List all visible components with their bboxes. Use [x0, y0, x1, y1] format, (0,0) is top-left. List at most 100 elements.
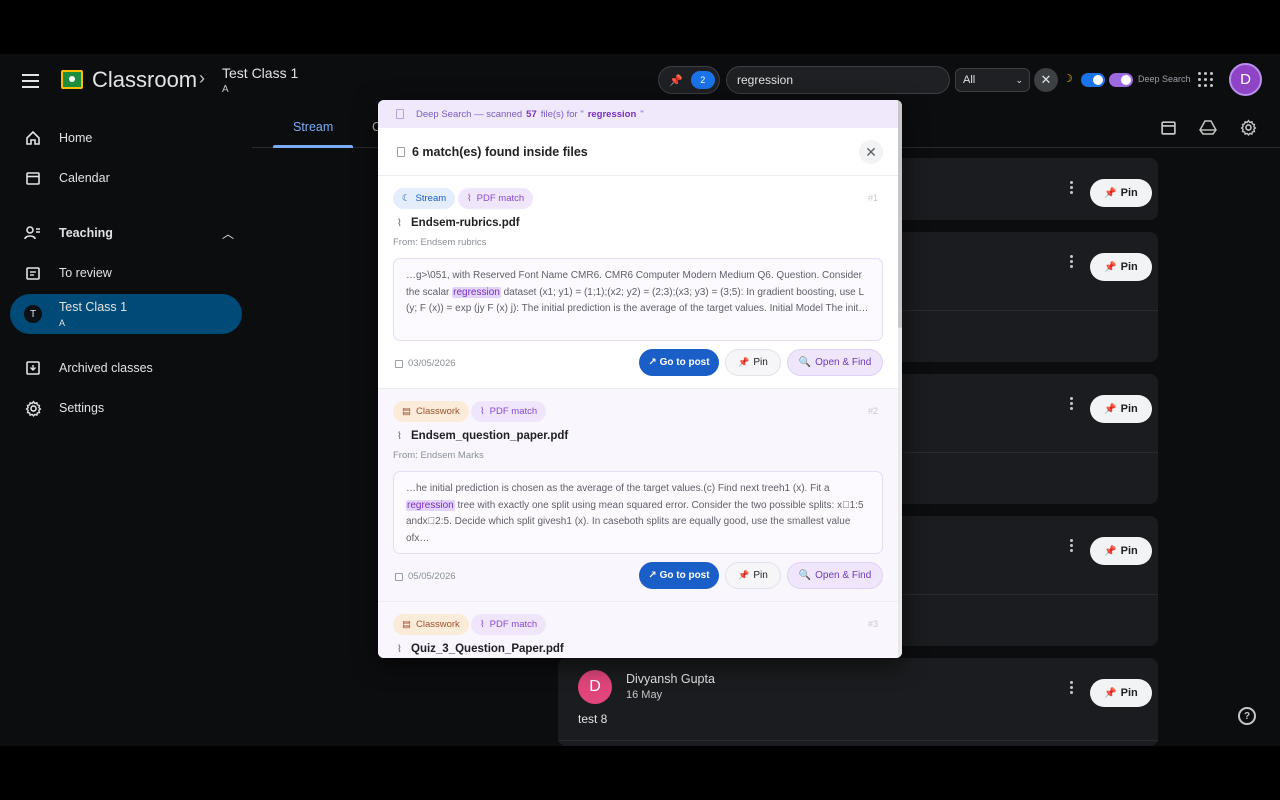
- sidebar-item-label: Settings: [59, 401, 105, 415]
- pin-icon: 📌: [738, 357, 750, 367]
- pin-post-button[interactable]: 📌 Pin: [1090, 179, 1152, 207]
- paperclip-icon: ⌇: [397, 218, 402, 229]
- classroom-logo-icon[interactable]: [61, 70, 83, 89]
- tab-stream[interactable]: Stream: [293, 120, 333, 134]
- pin-icon: 📌: [1104, 687, 1117, 699]
- clear-search-button[interactable]: ✕: [1034, 68, 1058, 92]
- more-options-icon[interactable]: [1068, 681, 1074, 694]
- active-tab-indicator: [273, 145, 353, 148]
- account-avatar[interactable]: D: [1229, 63, 1262, 96]
- help-icon[interactable]: ?: [1238, 707, 1256, 725]
- filter-select-value: All: [963, 74, 976, 86]
- pin-post-button[interactable]: 📌 Pin: [1090, 679, 1152, 707]
- paperclip-icon: ⌇: [480, 619, 485, 630]
- close-icon[interactable]: ✕: [859, 140, 883, 164]
- more-options-icon[interactable]: [1068, 255, 1074, 268]
- result-file-name[interactable]: Quiz_3_Question_Paper.pdf: [411, 643, 564, 655]
- pinned-items-button[interactable]: 📌 2: [658, 66, 720, 94]
- search-result-card: ☾ Stream ⌇ PDF match #1 ⌇ Endsem-rubrics.p…: [378, 176, 898, 389]
- chevron-right-icon: ›: [199, 68, 205, 88]
- pin-icon: 📌: [1104, 403, 1117, 415]
- clipboard-icon: ▤: [402, 406, 411, 417]
- pin-result-button[interactable]: 📌 Pin: [725, 349, 781, 376]
- result-date: 05/05/2026: [395, 571, 456, 582]
- filter-select[interactable]: All ⌄: [955, 68, 1030, 92]
- document-icon: [397, 147, 405, 157]
- post-body: test 8: [578, 712, 608, 726]
- main-menu-icon[interactable]: [18, 68, 44, 94]
- home-icon: [24, 129, 42, 147]
- dialog-title: 6 match(es) found inside files: [412, 145, 588, 159]
- search-input[interactable]: [726, 66, 950, 94]
- more-options-icon[interactable]: [1068, 397, 1074, 410]
- deep-search-label: Deep Search: [1138, 74, 1191, 84]
- open-and-find-button[interactable]: 🔍 Open & Find: [787, 349, 883, 376]
- class-settings-gear-icon[interactable]: [1238, 117, 1258, 137]
- match-type-chip: ⌇ PDF match: [458, 188, 534, 209]
- source-chip: ▤ Classwork: [393, 614, 469, 635]
- paperclip-icon: ⌇: [397, 644, 402, 655]
- drive-icon[interactable]: [1198, 117, 1218, 137]
- dark-mode-toggle[interactable]: [1081, 73, 1105, 87]
- sidebar-item-archived[interactable]: Archived classes: [10, 348, 242, 388]
- result-file-name[interactable]: Endsem_question_paper.pdf: [411, 430, 568, 442]
- document-icon: [396, 109, 404, 119]
- match-snippet: …he initial prediction is chosen as the …: [393, 471, 883, 554]
- result-file-name[interactable]: Endsem-rubrics.pdf: [411, 217, 520, 229]
- stream-post-card: D Divyansh Gupta 16 May test 8 📌 Pin: [558, 658, 1158, 746]
- paperclip-icon: ⌇: [467, 193, 472, 204]
- sidebar-item-label: Calendar: [59, 171, 110, 185]
- dialog-scrollbar-thumb[interactable]: [898, 100, 902, 328]
- sidebar-item-test-class-1[interactable]: T Test Class 1 A: [10, 294, 242, 334]
- chevron-up-icon[interactable]: ︿: [222, 225, 234, 242]
- pin-icon: 📌: [669, 74, 683, 87]
- pin-post-button[interactable]: 📌 Pin: [1090, 395, 1152, 423]
- sidebar-item-label: Teaching: [59, 226, 113, 240]
- pin-post-button[interactable]: 📌 Pin: [1090, 537, 1152, 565]
- sidebar-item-teaching[interactable]: Teaching ︿: [10, 213, 242, 253]
- chevron-down-icon: ⌄: [1015, 74, 1023, 85]
- class-initial-badge: T: [24, 305, 42, 323]
- sidebar-item-settings[interactable]: Settings: [10, 388, 242, 428]
- clipboard-icon: ▤: [402, 619, 411, 630]
- pin-result-button[interactable]: 📌 Pin: [725, 562, 781, 589]
- calendar-icon[interactable]: [1158, 117, 1178, 137]
- paperclip-icon: ⌇: [397, 431, 402, 442]
- pin-icon: 📌: [1104, 545, 1117, 557]
- result-number: #3: [867, 619, 878, 629]
- calendar-icon: [395, 359, 403, 368]
- breadcrumb-class-title[interactable]: Test Class 1: [222, 65, 298, 81]
- more-options-icon[interactable]: [1068, 539, 1074, 552]
- go-to-post-button[interactable]: ↗ Go to post: [639, 562, 719, 589]
- pin-icon: 📌: [1104, 261, 1117, 273]
- author-avatar[interactable]: D: [578, 670, 612, 704]
- sidebar-item-to-review[interactable]: To review: [10, 253, 242, 293]
- moon-icon: ☽: [1063, 73, 1073, 85]
- pinned-count-badge: 2: [690, 71, 715, 89]
- post-author: Divyansh Gupta: [626, 672, 715, 686]
- open-and-find-button[interactable]: 🔍 Open & Find: [787, 562, 883, 589]
- app-title[interactable]: Classroom: [92, 67, 197, 93]
- sidebar-item-home[interactable]: Home: [10, 118, 242, 158]
- more-options-icon[interactable]: [1068, 181, 1074, 194]
- calendar-icon: [24, 169, 42, 187]
- pin-post-button[interactable]: 📌 Pin: [1090, 253, 1152, 281]
- source-chip: ▤ Classwork: [393, 401, 469, 422]
- go-to-post-button[interactable]: ↗ Go to post: [639, 349, 719, 376]
- google-apps-icon[interactable]: [1198, 72, 1213, 87]
- sidebar-item-label: Test Class 1: [59, 300, 128, 314]
- deep-search-banner: Deep Search — scanned 57 file(s) for " r…: [378, 100, 898, 128]
- scanned-count: 57: [526, 108, 537, 120]
- gear-icon: [24, 399, 42, 417]
- review-folder-icon: [24, 264, 42, 282]
- result-number: #2: [867, 406, 878, 416]
- result-number: #1: [867, 193, 878, 203]
- magnifier-icon: 🔍: [798, 357, 812, 368]
- deep-search-toggle[interactable]: [1109, 73, 1133, 87]
- search-query: regression: [587, 108, 637, 120]
- match-highlight: regression: [452, 286, 501, 298]
- result-source: From: Endsem rubrics: [393, 237, 487, 248]
- sidebar-item-calendar[interactable]: Calendar: [10, 158, 242, 198]
- divider: [558, 740, 1158, 741]
- sidebar-item-label: To review: [59, 266, 112, 280]
